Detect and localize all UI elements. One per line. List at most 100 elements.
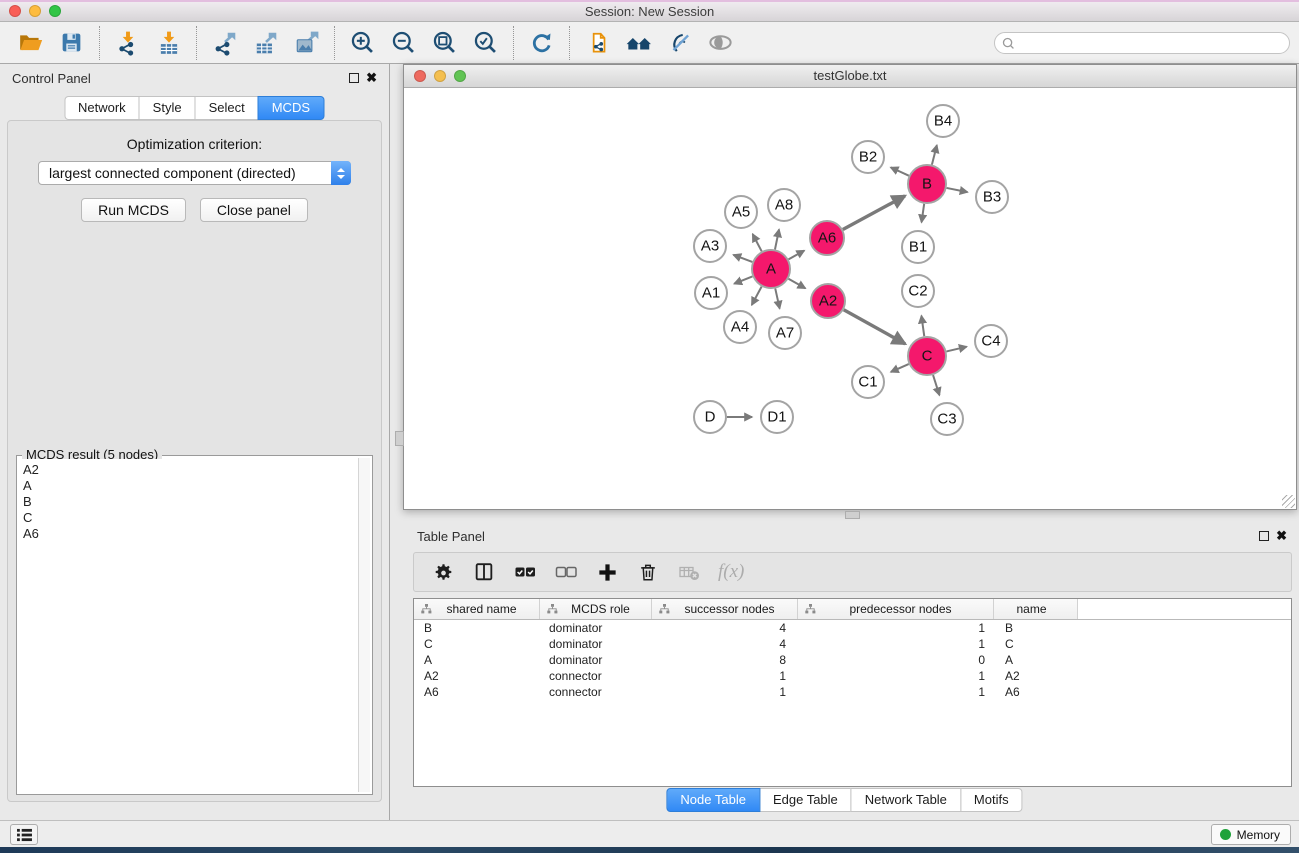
graph-edge-B-B2[interactable] <box>891 167 909 175</box>
table-cell[interactable]: connector <box>540 684 652 700</box>
graph-node-C1[interactable]: C1 <box>852 366 884 398</box>
table-cell[interactable]: dominator <box>540 620 652 636</box>
graph-edge-B-B1[interactable] <box>922 204 925 222</box>
table-cell[interactable]: 1 <box>652 684 798 700</box>
graph-node-A3[interactable]: A3 <box>694 230 726 262</box>
tab-motifs[interactable]: Motifs <box>960 788 1023 812</box>
dropdown-stepper-icon[interactable] <box>331 161 351 185</box>
export-table-button[interactable] <box>245 24 286 62</box>
close-panel-button[interactable]: Close panel <box>200 198 308 222</box>
tab-node-table[interactable]: Node Table <box>666 788 760 812</box>
resize-grip[interactable] <box>1282 495 1295 508</box>
settings-gear-icon[interactable] <box>431 559 455 585</box>
graph-node-A4[interactable]: A4 <box>724 311 756 343</box>
graph-edge-C-C3[interactable] <box>933 375 939 395</box>
table-cell[interactable]: A <box>994 652 1078 668</box>
graph-edge-A-A5[interactable] <box>753 234 762 251</box>
network-window-titlebar[interactable]: testGlobe.txt <box>404 65 1296 88</box>
table-cell[interactable]: C <box>994 636 1078 652</box>
column-header-successor-nodes[interactable]: successor nodes <box>652 599 798 619</box>
network-from-selection-button[interactable] <box>577 24 618 62</box>
column-layout-icon[interactable] <box>472 559 496 585</box>
table-cell[interactable]: 0 <box>798 652 994 668</box>
splitter-handle-vertical[interactable] <box>395 431 404 446</box>
network-canvas[interactable]: ABCA2A6A1A3A4A5A7A8B1B2B3B4C1C2C3C4DD1 <box>404 88 1296 509</box>
deselect-all-checkbox-icon[interactable] <box>554 559 578 585</box>
graph-edge-A-A7[interactable] <box>775 289 779 309</box>
graph-node-B1[interactable]: B1 <box>902 231 934 263</box>
column-header-shared-name[interactable]: shared name <box>414 599 540 619</box>
mcds-result-item[interactable]: A2 <box>19 462 357 478</box>
zoom-in-button[interactable] <box>342 24 383 62</box>
tab-style[interactable]: Style <box>139 96 196 120</box>
tab-edge-table[interactable]: Edge Table <box>759 788 852 812</box>
select-all-checkbox-icon[interactable] <box>513 559 537 585</box>
tab-network-table[interactable]: Network Table <box>851 788 961 812</box>
close-table-panel-icon[interactable]: ✖ <box>1276 528 1287 544</box>
table-cell[interactable]: A2 <box>994 668 1078 684</box>
delete-column-icon[interactable] <box>636 559 660 585</box>
run-mcds-button[interactable]: Run MCDS <box>81 198 186 222</box>
refresh-layout-button[interactable] <box>521 24 562 62</box>
table-cell[interactable]: A6 <box>414 684 540 700</box>
column-header-predecessor-nodes[interactable]: predecessor nodes <box>798 599 994 619</box>
table-cell[interactable]: dominator <box>540 652 652 668</box>
graph-node-A6[interactable]: A6 <box>810 221 844 255</box>
table-cell[interactable]: B <box>414 620 540 636</box>
toolbar-search[interactable] <box>994 32 1290 54</box>
float-table-panel-icon[interactable] <box>1259 531 1269 541</box>
import-network-button[interactable] <box>107 24 148 62</box>
graph-edge-A-A2[interactable] <box>788 279 805 288</box>
table-row[interactable]: A6connector11A6 <box>414 684 1291 700</box>
mcds-result-item[interactable]: A6 <box>19 526 357 542</box>
graph-node-C[interactable]: C <box>908 337 946 375</box>
graph-node-A8[interactable]: A8 <box>768 189 800 221</box>
criterion-dropdown[interactable]: largest connected component (directed) <box>38 161 351 185</box>
graph-edge-A-A1[interactable] <box>734 276 752 283</box>
show-graphics-details-button[interactable] <box>700 24 741 62</box>
column-header-MCDS-role[interactable]: MCDS role <box>540 599 652 619</box>
graph-edge-A-A3[interactable] <box>733 255 752 262</box>
add-column-icon[interactable] <box>595 559 619 585</box>
tab-mcds[interactable]: MCDS <box>258 96 324 120</box>
table-cell[interactable]: 1 <box>798 636 994 652</box>
table-cell[interactable]: 1 <box>798 620 994 636</box>
mcds-result-item[interactable]: B <box>19 494 357 510</box>
close-panel-icon[interactable]: ✖ <box>366 70 377 86</box>
column-header-name[interactable]: name <box>994 599 1078 619</box>
save-session-button[interactable] <box>51 24 92 62</box>
table-row[interactable]: A2connector11A2 <box>414 668 1291 684</box>
graph-edge-A-A8[interactable] <box>775 229 779 249</box>
table-cell[interactable]: 8 <box>652 652 798 668</box>
graph-edge-B-B3[interactable] <box>947 188 968 192</box>
graph-node-A7[interactable]: A7 <box>769 317 801 349</box>
graph-node-B2[interactable]: B2 <box>852 141 884 173</box>
graph-node-D[interactable]: D <box>694 401 726 433</box>
graph-edge-A2-C[interactable] <box>844 310 905 344</box>
table-cell[interactable]: C <box>414 636 540 652</box>
table-cell[interactable]: A <box>414 652 540 668</box>
graph-edge-A-A6[interactable] <box>788 251 804 260</box>
graph-edge-C-C4[interactable] <box>946 347 966 352</box>
open-session-button[interactable] <box>10 24 51 62</box>
table-cell[interactable]: 4 <box>652 620 798 636</box>
table-cell[interactable]: connector <box>540 668 652 684</box>
graph-edge-C-C2[interactable] <box>921 316 924 336</box>
graph-node-B4[interactable]: B4 <box>927 105 959 137</box>
graph-node-C4[interactable]: C4 <box>975 325 1007 357</box>
zoom-out-button[interactable] <box>383 24 424 62</box>
home-button[interactable] <box>618 24 659 62</box>
graph-node-B3[interactable]: B3 <box>976 181 1008 213</box>
network-graph[interactable]: ABCA2A6A1A3A4A5A7A8B1B2B3B4C1C2C3C4DD1 <box>404 88 1296 509</box>
graph-node-B[interactable]: B <box>908 165 946 203</box>
export-image-button[interactable] <box>286 24 327 62</box>
zoom-fit-button[interactable] <box>424 24 465 62</box>
export-network-button[interactable] <box>204 24 245 62</box>
table-cell[interactable]: A6 <box>994 684 1078 700</box>
float-panel-icon[interactable] <box>349 73 359 83</box>
graph-edge-B-B4[interactable] <box>932 145 937 164</box>
graph-edge-C-C1[interactable] <box>891 364 909 372</box>
import-table-button[interactable] <box>148 24 189 62</box>
table-cell[interactable]: 1 <box>798 668 994 684</box>
table-cell[interactable]: B <box>994 620 1078 636</box>
